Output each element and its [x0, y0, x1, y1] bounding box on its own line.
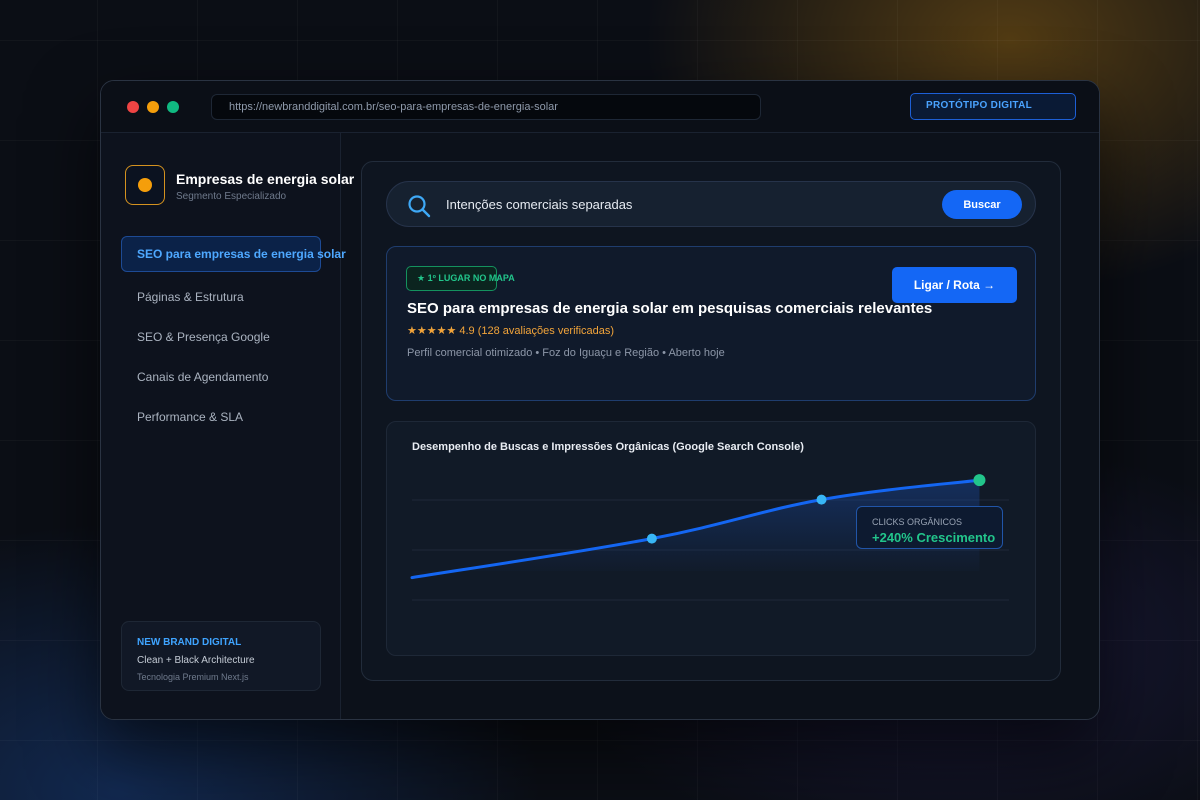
main-panel: Buscar ★ 1º LUGAR NO MAPA Ligar / Rota →…: [361, 161, 1061, 681]
sidebar-item-canais-agendamento[interactable]: Canais de Agendamento: [121, 359, 321, 395]
callout-value: +240% Crescimento: [872, 530, 996, 545]
map-rank-badge: ★ 1º LUGAR NO MAPA: [406, 266, 515, 291]
chart-point-4: [973, 474, 986, 487]
prototype-badge: PROTÓTIPO DIGITAL: [910, 93, 1076, 120]
footer-tech: Tecnologia Premium Next.js: [137, 672, 249, 682]
brand-title: Empresas de energia solar: [176, 171, 355, 187]
close-window-button[interactable]: [127, 101, 139, 113]
sidebar-footer-card: NEW BRAND DIGITAL Clean + Black Architec…: [121, 621, 321, 691]
sidebar-item-performance-sla[interactable]: Performance & SLA: [121, 399, 321, 435]
performance-chart-card: Desempenho de Buscas e Impressões Orgâni…: [386, 421, 1036, 656]
chart-point-2: [646, 533, 657, 544]
chart-point-3: [816, 494, 827, 505]
organic-clicks-callout: CLICKS ORGÂNICOS +240% Crescimento: [856, 506, 1003, 549]
rating-stars: ★★★★★ 4.9 (128 avaliações verificadas): [407, 325, 615, 337]
brand-subtitle: Segmento Especializado: [176, 191, 287, 202]
callout-label: CLICKS ORGÂNICOS: [872, 517, 963, 527]
search-button[interactable]: Buscar: [942, 190, 1022, 219]
search-bar: Buscar: [386, 181, 1036, 227]
business-listing-card: ★ 1º LUGAR NO MAPA Ligar / Rota → SEO pa…: [386, 246, 1036, 401]
title-bar: https://newbranddigital.com.br/seo-para-…: [101, 81, 1099, 133]
listing-title[interactable]: SEO para empresas de energia solar em pe…: [407, 300, 932, 317]
search-input[interactable]: [446, 192, 916, 216]
footer-tagline: Clean + Black Architecture: [137, 655, 255, 666]
sidebar-item-seo-presenca-google[interactable]: SEO & Presença Google: [121, 319, 321, 355]
address-bar[interactable]: https://newbranddigital.com.br/seo-para-…: [211, 94, 761, 120]
minimize-window-button[interactable]: [147, 101, 159, 113]
sidebar-item-seo-energia-solar[interactable]: SEO para empresas de energia solar: [121, 236, 346, 272]
sidebar-item-paginas-estrutura[interactable]: Páginas & Estrutura: [121, 279, 321, 315]
listing-meta: Perfil comercial otimizado • Foz do Igua…: [407, 347, 725, 359]
search-icon: [408, 195, 431, 218]
solar-brand-icon: [125, 165, 165, 205]
footer-brand-title: NEW BRAND DIGITAL: [137, 637, 242, 648]
sun-icon: [138, 178, 152, 192]
browser-window: https://newbranddigital.com.br/seo-para-…: [100, 80, 1100, 720]
sidebar: Empresas de energia solar Segmento Espec…: [101, 133, 354, 719]
call-route-button[interactable]: Ligar / Rota →: [892, 267, 1017, 303]
maximize-window-button[interactable]: [167, 101, 179, 113]
